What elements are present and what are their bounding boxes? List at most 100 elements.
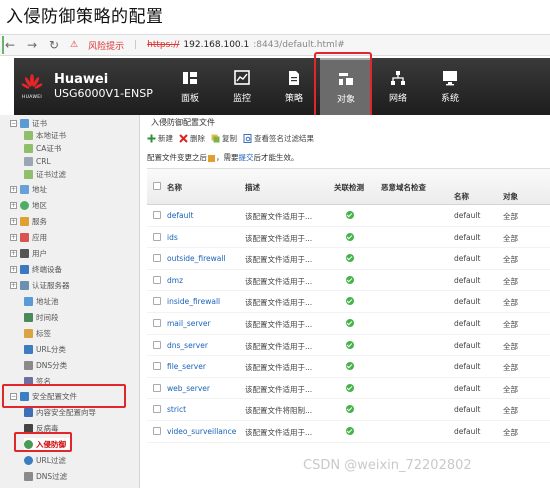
table-row[interactable]: inside_firewall 该配置文件适用于... default 全部 [147,291,550,313]
sidebar-item-address-pool[interactable]: 地址池 [24,295,59,307]
row-checkbox[interactable] [153,383,161,394]
sidebar-item-user[interactable]: + 用户 [10,247,47,259]
table-row[interactable]: dns_server 该配置文件适用于... default 全部 [147,335,550,357]
table-row[interactable]: ids 该配置文件适用于... default 全部 [147,227,550,249]
associated-detection-status [346,254,354,264]
table-header: 名称 描述 关联检测 恶意域名检查 名称 对象 [147,169,550,205]
menu-policy[interactable]: 策略 [268,58,320,115]
table-row[interactable]: file_server 该配置文件适用于... default 全部 [147,356,550,378]
object-value: 全部 [503,276,518,286]
expand-icon[interactable]: + [10,217,17,225]
profile-name-link[interactable]: outside_firewall [167,254,226,263]
table-row[interactable]: default 该配置文件适用于... default 全部 [147,205,550,227]
profile-name-link[interactable]: dmz [167,276,183,285]
column-name[interactable]: 名称 [167,182,182,193]
check-circle-icon [346,297,354,306]
expand-icon[interactable]: + [10,185,17,193]
ca-certificate-icon [24,143,33,153]
profile-name-link[interactable]: video_surveillance [167,427,236,436]
sidebar-item-dns-category[interactable]: DNS分类 [24,359,67,371]
menu-monitor[interactable]: 监控 [216,58,268,115]
sidebar-item-application[interactable]: + 应用 [10,231,47,243]
row-checkbox[interactable] [153,405,161,415]
table-row[interactable]: outside_firewall 该配置文件适用于... default 全部 [147,248,550,270]
sidebar-item-region[interactable]: + 地区 [10,199,47,211]
expand-icon[interactable]: + [10,265,17,273]
row-checkbox[interactable] [153,362,161,372]
column-description[interactable]: 描述 [245,182,260,193]
table-row[interactable]: strict 该配置文件将阻制... default 全部 [147,399,550,421]
table-row[interactable]: dmz 该配置文件适用于... default 全部 [147,270,550,292]
profile-name-link[interactable]: dns_server [167,341,208,350]
column-malicious-domain-check[interactable]: 恶意域名检查 [381,182,426,193]
sidebar-item-certificate[interactable]: − 证书 [10,117,47,129]
collapse-icon[interactable]: − [10,119,17,127]
url-field[interactable]: https:// 192.168.100.1 :8443/default.htm… [147,40,345,50]
check-circle-icon [346,211,354,219]
column-signature-name[interactable]: 名称 [454,191,469,202]
expand-icon[interactable]: + [10,249,17,257]
profile-name-link[interactable]: mail_server [167,319,211,328]
row-checkbox[interactable] [153,211,161,221]
select-all-checkbox[interactable] [153,182,161,192]
sidebar-item-url-category[interactable]: URL分类 [24,343,66,355]
profile-name-link[interactable]: file_server [167,362,206,371]
sidebar-item-tag[interactable]: 标签 [24,327,51,339]
commit-link[interactable]: 提交 [239,153,254,162]
profile-name-link[interactable]: inside_firewall [167,297,220,306]
risk-label[interactable]: 风险提示 [88,39,124,52]
dns-category-icon [24,360,33,370]
row-checkbox[interactable] [153,318,161,329]
profile-name-link[interactable]: ids [167,233,178,242]
sidebar-item-certificate-filter[interactable]: 证书过滤 [24,168,66,180]
policy-document-icon [289,70,299,85]
sidebar-item-label: 认证服务器 [32,280,70,290]
check-circle-icon [346,426,354,435]
profile-name-link[interactable]: strict [167,405,186,414]
table-row[interactable]: web_server 该配置文件适用于... default 全部 [147,378,550,400]
menu-system[interactable]: 系统 [424,58,476,115]
reload-icon[interactable]: ↻ [48,38,60,52]
signature-profile-name: default [454,297,481,307]
sidebar-item-address[interactable]: + 地址 [10,183,47,195]
sidebar-item-label: 证书 [32,118,47,128]
profile-name-link[interactable]: default [167,211,193,220]
sidebar-item-time-range[interactable]: 时间段 [24,311,59,323]
copy-button[interactable]: 复制 [211,133,237,144]
table-row[interactable]: mail_server 该配置文件适用于... default 全部 [147,313,550,335]
signature-profile-name: default [454,362,481,372]
sidebar-item-label: 用户 [32,248,47,258]
sidebar-item-auth-server[interactable]: + 认证服务器 [10,279,70,291]
row-checkbox[interactable] [153,275,161,286]
table-row[interactable]: video_surveillance 该配置文件适用于... default 全部 [147,421,550,443]
forward-arrow-icon[interactable]: → [26,38,38,52]
row-checkbox[interactable] [153,426,161,437]
row-checkbox[interactable] [153,340,161,351]
sidebar-item-url-filter[interactable]: URL过滤 [24,454,66,466]
column-object[interactable]: 对象 [503,191,518,202]
menu-network[interactable]: 网络 [372,58,424,115]
row-checkbox[interactable] [153,254,161,264]
sidebar-item-dns-filter[interactable]: DNS过滤 [24,470,67,482]
profile-name-link[interactable]: web_server [167,384,210,393]
column-associated-detection[interactable]: 关联检测 [334,182,364,193]
sidebar-item-terminal-device[interactable]: + 终端设备 [10,263,62,275]
expand-icon[interactable]: + [10,233,17,241]
expand-icon[interactable]: + [10,281,17,289]
sidebar-item-local-certificate[interactable]: 本地证书 [24,129,66,141]
row-checkbox[interactable] [153,232,161,243]
sidebar-item-service[interactable]: + 服务 [10,215,47,227]
menu-dashboard[interactable]: 面板 [164,58,216,115]
new-button[interactable]: 新建 [147,133,173,144]
view-signature-filter-button[interactable]: 查看签名过滤结果 [243,133,314,144]
sidebar-item-ca-certificate[interactable]: CA证书 [24,142,61,154]
row-checkbox[interactable] [153,297,161,307]
delete-button[interactable]: 删除 [179,133,205,144]
sidebar-item-crl[interactable]: CRL [24,155,51,167]
profile-description: 该配置文件适用于... [245,319,313,329]
security-warning-icon[interactable]: ⚠ [70,40,78,50]
back-arrow-icon[interactable]: ← [4,38,16,52]
monitor-chart-icon [234,69,250,85]
expand-icon[interactable]: + [10,201,17,209]
profile-description: 该配置文件适用于... [245,298,313,308]
